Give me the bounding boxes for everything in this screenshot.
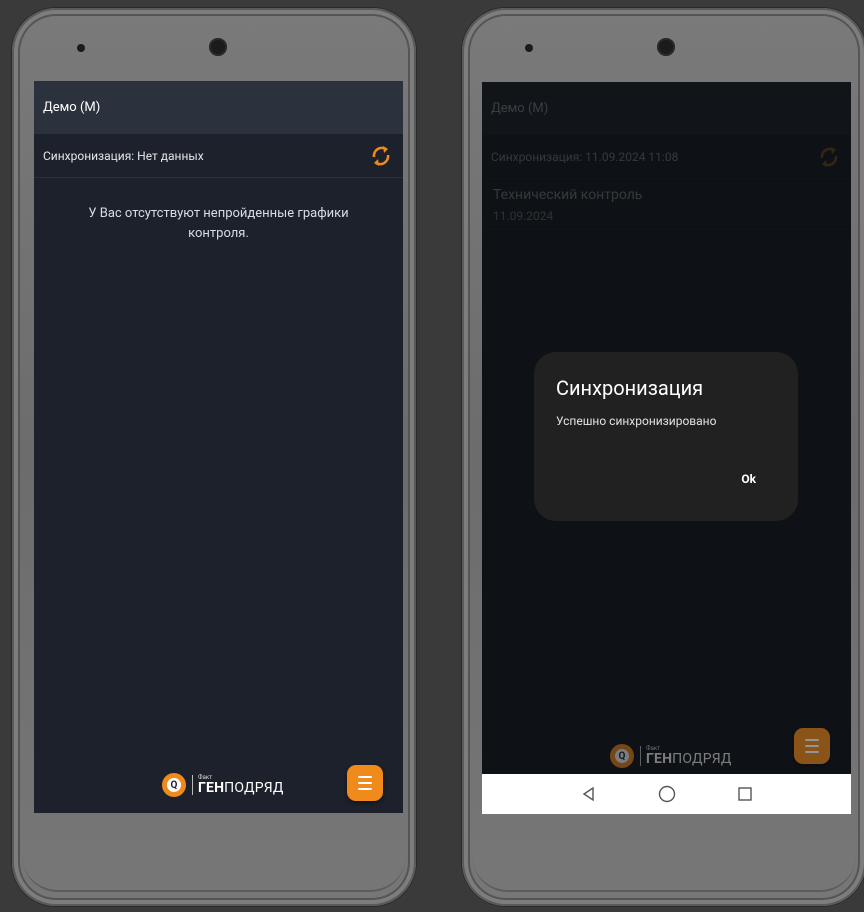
logo-regular-text: ПОДРЯД — [672, 751, 732, 767]
app-bar: Демо (М) — [34, 81, 403, 134]
app-logo: Q Факт ГЕНПОДРЯД — [162, 773, 284, 797]
back-icon — [582, 786, 594, 802]
app-screen-right: Демо (М) Синхронизация: 11.09.2024 11:08… — [482, 82, 851, 814]
nav-home-button[interactable] — [628, 785, 706, 803]
dialog-message: Успешно синхронизировано — [556, 414, 717, 428]
app-logo: Q Факт ГЕНПОДРЯД — [610, 744, 732, 768]
front-camera — [657, 38, 675, 56]
sync-dialog: Синхронизация Успешно синхронизировано O… — [534, 352, 798, 521]
phone-chin — [22, 820, 406, 892]
app-screen-left: Демо (М) Синхронизация: Нет данных У Вас… — [34, 81, 403, 813]
logo-regular-text: ПОДРЯД — [224, 780, 284, 796]
home-icon — [658, 785, 675, 803]
logo-bold-text: ГЕН — [646, 751, 673, 767]
sync-status-label: Синхронизация: Нет данных — [43, 148, 204, 163]
nav-recents-button[interactable] — [706, 786, 784, 802]
sensor-dot — [525, 44, 533, 52]
sensor-dot — [77, 44, 85, 52]
nav-back-button[interactable] — [550, 786, 628, 802]
menu-fab-button[interactable] — [794, 728, 830, 764]
phone-frame-right: Демо (М) Синхронизация: 11.09.2024 11:08… — [462, 8, 864, 906]
menu-icon — [358, 774, 372, 792]
logo-mark-icon: Q — [610, 744, 634, 768]
menu-fab-button[interactable] — [347, 765, 383, 801]
phone-chin — [472, 820, 856, 892]
phone-frame-left: Демо (М) Синхронизация: Нет данных У Вас… — [12, 8, 416, 906]
system-nav-bar — [482, 774, 851, 814]
sync-status-row: Синхронизация: Нет данных — [34, 134, 403, 178]
menu-icon — [805, 737, 819, 755]
logo-bold-text: ГЕН — [198, 780, 225, 796]
logo-mark-icon: Q — [162, 773, 186, 797]
sync-icon[interactable] — [368, 143, 394, 169]
recents-icon — [737, 787, 752, 801]
dialog-ok-button[interactable]: Ok — [741, 472, 756, 486]
front-camera — [209, 38, 227, 56]
empty-schedules-message: У Вас отсутствуют непройденные графики к… — [88, 206, 349, 241]
dialog-title: Синхронизация — [556, 376, 704, 400]
app-title: Демо (М) — [43, 100, 101, 115]
